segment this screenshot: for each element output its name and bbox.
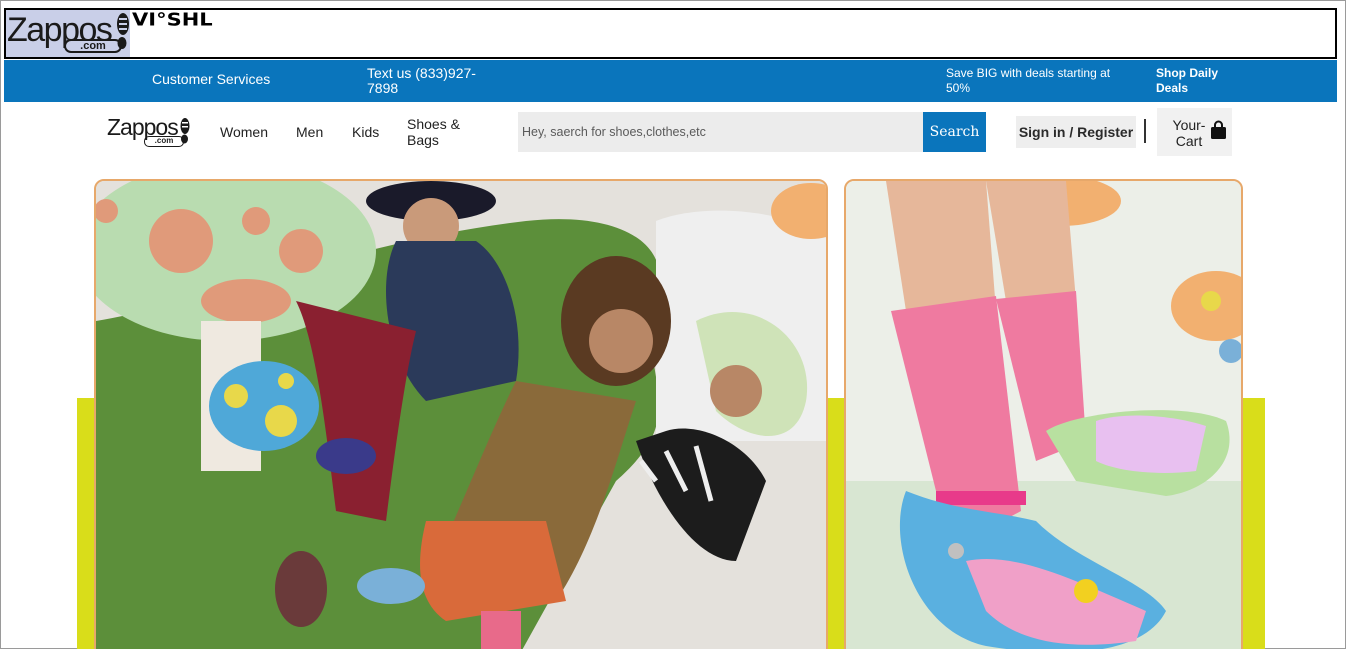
sign-in-register-button[interactable]: Sign in / Register — [1016, 116, 1136, 148]
text-us-info: Text us (833)927-7898 — [367, 65, 476, 96]
promo-bar: Customer Services Text us (833)927-7898 … — [4, 60, 1337, 102]
shoe-print-icon — [180, 118, 190, 144]
nav-item-men[interactable]: Men — [296, 124, 323, 140]
nav-item-women[interactable]: Women — [220, 124, 268, 140]
save-big-promo: Save BIG with deals starting at 50% — [946, 66, 1111, 95]
cart-button[interactable]: Your-Cart — [1157, 108, 1232, 156]
nav-item-shoes-bags[interactable]: Shoes & Bags — [407, 116, 477, 148]
hero-image-group-photo[interactable] — [94, 179, 828, 649]
search-input[interactable] — [518, 112, 924, 152]
hero-image-crocs-socks[interactable] — [844, 179, 1243, 649]
shop-daily-deals-link[interactable]: Shop Daily Deals — [1156, 66, 1236, 96]
search-button[interactable]: Search — [923, 112, 986, 152]
main-nav: Zappos .com Women Men Kids Shoes & Bags … — [0, 102, 1346, 166]
nav-logo-suffix: .com — [144, 136, 184, 147]
logo-strip: Zappos .com VI°SHL — [4, 8, 1337, 59]
hero-banner — [0, 166, 1346, 649]
customer-services-link[interactable]: Customer Services — [152, 72, 270, 87]
cart-label: Your-Cart — [1172, 117, 1206, 149]
nav-divider — [1144, 119, 1146, 143]
partner-logo: VI°SHL — [132, 9, 213, 30]
shopping-bag-icon — [1211, 120, 1226, 139]
zappos-logo[interactable]: Zappos .com — [6, 10, 130, 57]
nav-zappos-logo[interactable]: Zappos .com — [107, 116, 191, 150]
shoe-print-icon — [117, 13, 129, 49]
nav-item-kids[interactable]: Kids — [352, 124, 379, 140]
